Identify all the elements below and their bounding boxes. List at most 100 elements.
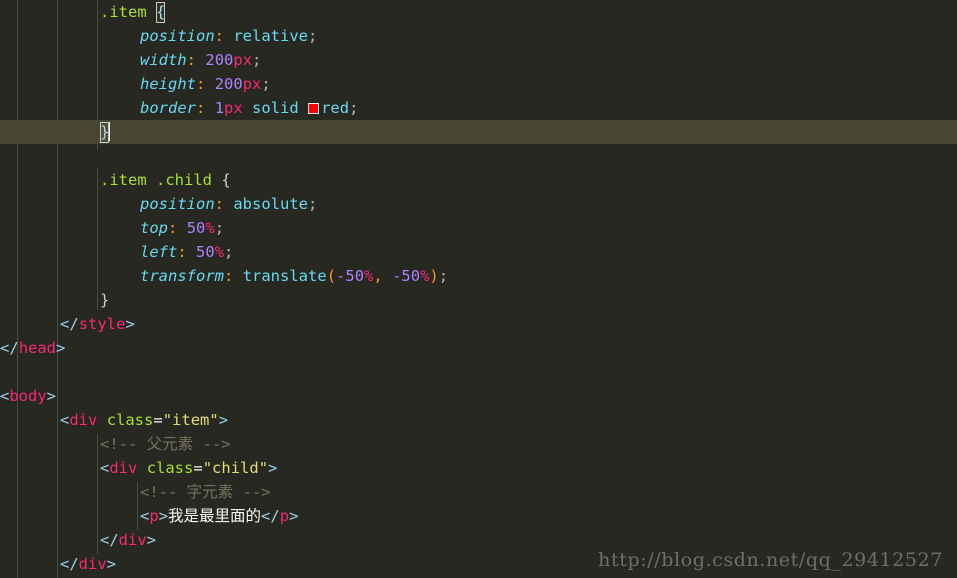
code-line[interactable]: <body>	[0, 384, 957, 408]
code-line-blank[interactable]	[0, 144, 957, 168]
css-property: height	[140, 75, 196, 93]
angle-bracket: </	[100, 531, 119, 549]
code-line[interactable]: position: relative;	[0, 24, 957, 48]
color-swatch-icon[interactable]	[308, 103, 320, 114]
slash: /	[9, 339, 19, 357]
code-line[interactable]: <p>我是最里面的</p>	[0, 504, 957, 528]
code-line[interactable]: .item {	[0, 0, 957, 24]
angle-bracket: >	[218, 411, 229, 429]
tag-name: div	[118, 531, 147, 549]
tag-name: div	[69, 411, 98, 429]
css-property: border	[140, 99, 196, 117]
code-line[interactable]: <!-- 父元素 -->	[0, 432, 957, 456]
css-unit: %	[364, 267, 374, 285]
css-function-name: translate	[242, 267, 327, 285]
attribute-value: "child"	[202, 459, 269, 477]
css-unit: px	[242, 75, 262, 93]
angle-bracket: <	[60, 411, 70, 429]
code-line[interactable]: <div class="child">	[0, 456, 957, 480]
equals-sign: =	[193, 459, 203, 477]
code-line[interactable]: </head>	[0, 336, 957, 360]
bracket-match-close: }	[100, 122, 110, 143]
css-number: 200	[205, 51, 234, 69]
css-selector: .item .child	[100, 171, 212, 189]
code-line[interactable]: <div class="item">	[0, 408, 957, 432]
equals-sign: =	[153, 411, 163, 429]
colon: :	[168, 219, 178, 237]
css-unit: px	[224, 99, 243, 117]
angle-bracket: <	[0, 339, 10, 357]
slash: /	[69, 315, 79, 333]
code-line-blank[interactable]	[0, 360, 957, 384]
angle-bracket: <	[140, 507, 150, 525]
css-number: 50	[196, 243, 215, 261]
tag-name: p	[149, 507, 159, 525]
angle-bracket: >	[46, 387, 57, 405]
html-comment: <!-- 父元素 -->	[100, 435, 231, 453]
angle-bracket: >	[158, 507, 169, 525]
code-line[interactable]: }	[0, 288, 957, 312]
css-property: width	[140, 51, 187, 69]
code-line[interactable]: top: 50%;	[0, 216, 957, 240]
code-line[interactable]: left: 50%;	[0, 240, 957, 264]
paren-open: (	[326, 267, 337, 285]
code-line[interactable]: .item .child {	[0, 168, 957, 192]
code-line[interactable]: width: 200px;	[0, 48, 957, 72]
code-editor-window[interactable]: .item { position: relative; width: 200px…	[0, 0, 957, 578]
colon: :	[186, 51, 197, 69]
angle-bracket: >	[289, 507, 299, 525]
colon: :	[224, 267, 234, 285]
angle-bracket: </	[261, 507, 280, 525]
close-brace: }	[100, 291, 110, 309]
angle-bracket: >	[268, 459, 278, 477]
colon: :	[214, 27, 224, 45]
bracket-match-open: {	[156, 2, 166, 23]
semicolon: ;	[252, 51, 262, 69]
paren-close: )	[429, 267, 439, 285]
css-value: relative	[233, 27, 308, 45]
css-value: solid	[252, 99, 299, 117]
code-line[interactable]: transform: translate(-50%, -50%);	[0, 264, 957, 288]
colon: :	[214, 195, 224, 213]
css-unit: px	[233, 51, 253, 69]
code-line[interactable]: height: 200px;	[0, 72, 957, 96]
code-line[interactable]: </style>	[0, 312, 957, 336]
semicolon: ;	[308, 195, 318, 213]
css-property: top	[140, 219, 168, 237]
css-number: -50	[336, 267, 365, 285]
tag-name: div	[109, 459, 138, 477]
css-property: transform	[140, 267, 224, 285]
code-line-current[interactable]: }	[0, 120, 957, 144]
css-number: 50	[186, 219, 206, 237]
attribute-name: class	[146, 459, 194, 477]
css-unit: %	[420, 267, 430, 285]
colon: :	[196, 75, 206, 93]
css-number: 200	[214, 75, 243, 93]
angle-bracket: >	[125, 315, 135, 333]
tag-name: body	[9, 387, 47, 405]
css-value: absolute	[233, 195, 308, 213]
code-line[interactable]: border: 1px solid red;	[0, 96, 957, 120]
colon: :	[177, 243, 187, 261]
text-node: 我是最里面的	[168, 507, 262, 525]
code-line[interactable]: position: absolute;	[0, 192, 957, 216]
code-content[interactable]: .item { position: relative; width: 200px…	[0, 0, 957, 576]
angle-bracket: >	[56, 339, 66, 357]
css-property: position	[140, 27, 215, 45]
attribute-name: class	[106, 411, 154, 429]
colon: :	[196, 99, 206, 117]
angle-bracket: >	[146, 531, 157, 549]
attribute-value: "item"	[162, 411, 219, 429]
angle-bracket: <	[0, 387, 10, 405]
tag-name: p	[279, 507, 290, 525]
angle-bracket: <	[60, 315, 70, 333]
angle-bracket: </	[60, 555, 79, 573]
tag-name: head	[18, 339, 57, 357]
css-number: -50	[392, 267, 421, 285]
css-unit: %	[205, 219, 215, 237]
code-line[interactable]: <!-- 字元素 -->	[0, 480, 957, 504]
css-property: left	[140, 243, 178, 261]
comma: ,	[373, 267, 383, 285]
css-color-keyword: red	[321, 99, 350, 117]
watermark: http://blog.csdn.net/qq_29412527	[598, 549, 943, 571]
